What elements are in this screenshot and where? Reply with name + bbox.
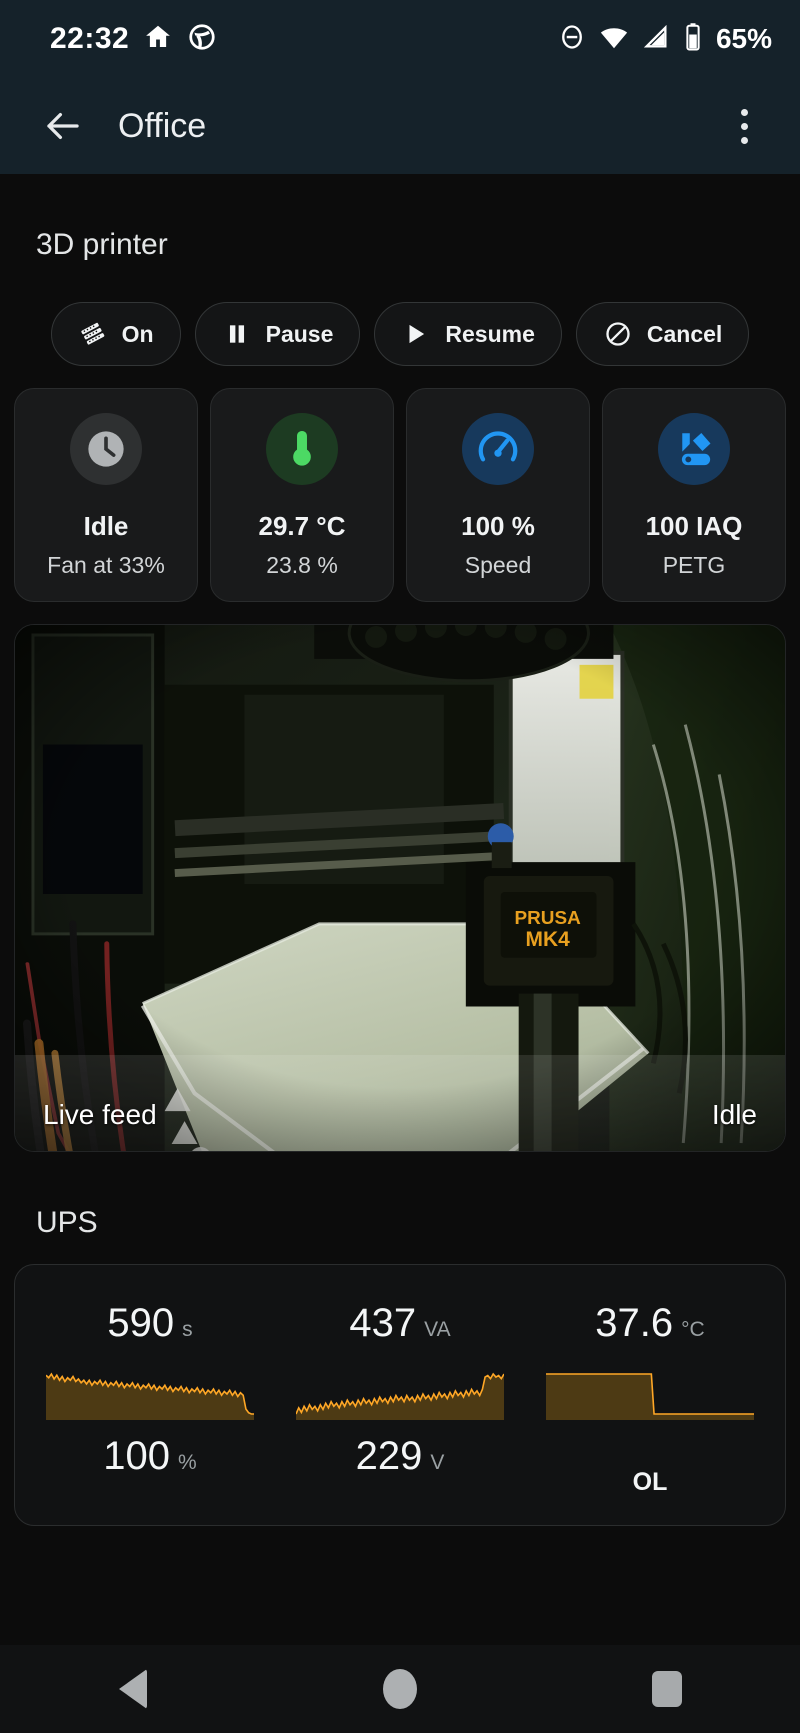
tile-speed-value: 100 %: [461, 511, 535, 541]
printer-on-button[interactable]: On: [50, 302, 181, 366]
printer-cancel-label: Cancel: [646, 320, 723, 347]
filament-roll-icon: [658, 413, 730, 485]
page-title: Office: [118, 106, 207, 145]
printer-resume-button[interactable]: Resume: [374, 302, 562, 366]
nav-home-icon[interactable]: [340, 1645, 460, 1733]
arrow-back-icon: [47, 112, 79, 140]
printer-resume-label: Resume: [445, 320, 535, 347]
cancel-icon: [603, 319, 633, 349]
ups-voltage-value: 229: [355, 1434, 423, 1478]
tile-material-sub: PETG: [662, 552, 726, 578]
ups-metric-load[interactable]: 437 VA 229 V: [275, 1301, 525, 1497]
ups-battery-value-row: 100 %: [103, 1434, 196, 1479]
ups-metric-runtime[interactable]: 590 s 100 %: [25, 1301, 275, 1497]
printer-pause-button[interactable]: Pause: [194, 302, 361, 366]
back-button[interactable]: [32, 95, 94, 157]
status-bar: 22:32 65%: [0, 0, 800, 78]
ups-temperature-unit: °C: [681, 1318, 705, 1341]
ups-load-value-row: 437 VA: [349, 1301, 450, 1346]
ups-runtime-value-row: 590 s: [107, 1301, 192, 1346]
battery-icon: [683, 22, 703, 57]
clock-icon: [70, 413, 142, 485]
thermometer-icon: [266, 413, 338, 485]
do-not-disturb-icon: [558, 23, 586, 56]
ups-runtime-sparkline: [46, 1372, 254, 1420]
ups-load-value: 437: [349, 1301, 417, 1345]
tile-state-value: Idle: [83, 511, 129, 541]
tile-temperature-value: 29.7 °C: [258, 511, 346, 541]
wifi-icon: [599, 22, 629, 57]
ups-load-sparkline: [296, 1372, 504, 1420]
play-icon: [401, 319, 431, 349]
ups-temperature-value-row: 37.6 °C: [595, 1301, 704, 1346]
tile-temperature[interactable]: 29.7 °C 23.8 %: [210, 388, 394, 602]
cell-signal-icon: [642, 23, 670, 56]
printer-pause-label: Pause: [265, 320, 334, 347]
ups-runtime-unit: s: [182, 1318, 193, 1341]
ups-voltage-unit: V: [430, 1451, 445, 1474]
battery-percent-label: 65%: [715, 23, 772, 54]
app-screen: 22:32 65% Office 3D printer On Pause Res…: [0, 0, 800, 1733]
car-dashboard-icon: [187, 22, 217, 57]
printer-action-row: On Pause Resume Cancel: [14, 302, 786, 366]
tile-temperature-sub: 23.8 %: [266, 552, 338, 578]
ups-card[interactable]: 590 s 100 % 437 VA 229 V 37.6 °C OL: [14, 1264, 786, 1526]
printer-on-label: On: [121, 320, 154, 347]
camera-status-label: Idle: [711, 1099, 757, 1130]
ups-temperature-sparkline: [546, 1373, 754, 1420]
home-icon: [143, 22, 173, 57]
camera-overlay-labels: Live feed Idle: [15, 1099, 785, 1131]
overflow-menu-icon[interactable]: [716, 98, 772, 154]
ups-battery-value: 100: [103, 1434, 171, 1478]
pause-icon: [222, 319, 252, 349]
ups-metric-grid: 590 s 100 % 437 VA 229 V 37.6 °C OL: [25, 1301, 775, 1497]
tile-state-sub: Fan at 33%: [47, 552, 165, 578]
printer-cancel-button[interactable]: Cancel: [575, 302, 750, 366]
app-bar: Office: [0, 78, 800, 174]
tile-speed-sub: Speed: [464, 552, 532, 578]
android-nav-bar: [0, 1645, 800, 1733]
ups-status-badge: OL: [632, 1468, 668, 1496]
nav-recents-icon[interactable]: [607, 1645, 727, 1733]
status-bar-left: 22:32: [50, 22, 217, 57]
tile-speed[interactable]: 100 % Speed: [406, 388, 590, 602]
ups-runtime-value: 590: [107, 1301, 175, 1345]
camera-feed-label: Live feed: [43, 1099, 157, 1130]
status-bar-right: 65%: [558, 22, 772, 57]
nav-back-icon[interactable]: [73, 1645, 193, 1733]
camera-card[interactable]: PRUSA MK4: [14, 624, 786, 1152]
section-title-printer: 3D printer: [36, 228, 168, 261]
tile-printer-state[interactable]: Idle Fan at 33%: [14, 388, 198, 602]
ups-load-unit: VA: [424, 1318, 451, 1341]
ups-metric-temperature[interactable]: 37.6 °C OL: [525, 1301, 775, 1497]
status-bar-clock: 22:32: [50, 22, 130, 55]
speedometer-icon: [462, 413, 534, 485]
tile-material[interactable]: 100 IAQ PETG: [602, 388, 786, 602]
scroll-content: 3D printer On Pause Resume Cancel Idle F…: [0, 174, 800, 1526]
ups-voltage-value-row: 229 V: [356, 1434, 445, 1479]
filament-icon: [78, 319, 108, 349]
section-title-ups: UPS: [36, 1206, 98, 1239]
ups-temperature-value: 37.6: [595, 1301, 674, 1345]
ups-battery-unit: %: [178, 1451, 197, 1474]
tile-material-value: 100 IAQ: [645, 511, 743, 541]
printer-stat-tiles: Idle Fan at 33% 29.7 °C 23.8 % 100 % Spe…: [14, 388, 786, 602]
